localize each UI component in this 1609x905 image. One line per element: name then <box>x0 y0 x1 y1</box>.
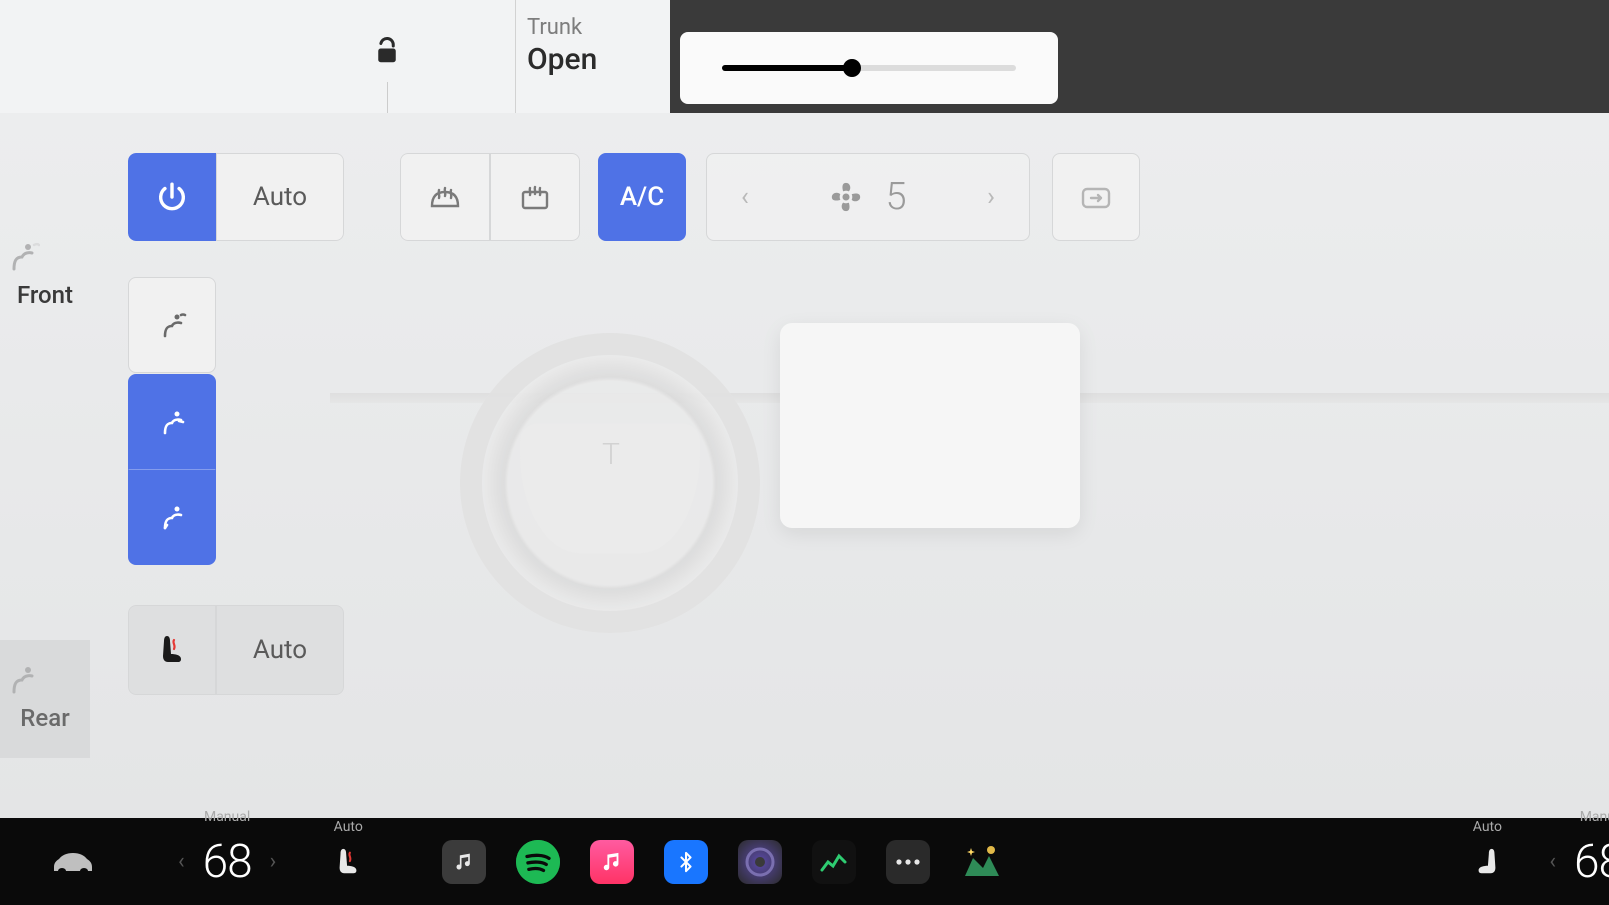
bluetooth-icon <box>675 848 697 876</box>
left-temp-value: 68 <box>203 835 252 889</box>
chart-line-icon <box>819 850 849 874</box>
recirculate-icon <box>1079 183 1113 211</box>
power-button[interactable] <box>128 153 216 241</box>
zone-rail: Front Rear <box>0 113 90 818</box>
recirculate-button[interactable] <box>1052 153 1140 241</box>
airflow-face-icon <box>157 310 187 340</box>
ellipsis-icon <box>894 857 922 867</box>
zone-tab-rear[interactable]: Rear <box>0 640 90 758</box>
left-temp-decrease-button[interactable]: ‹ <box>160 849 203 874</box>
bottom-bar: Manual ‹ 68 › Auto <box>0 818 1609 905</box>
spotify-icon <box>516 840 560 884</box>
top-bar: Trunk Open <box>0 0 1609 113</box>
interior-illustration: T <box>260 263 1609 798</box>
separator <box>387 82 388 113</box>
app-more[interactable] <box>886 840 930 884</box>
left-seat-heat-button[interactable]: Auto <box>334 845 362 879</box>
app-camera[interactable] <box>738 840 782 884</box>
lock-unlocked-icon[interactable] <box>372 36 402 66</box>
left-temp-control: Manual ‹ 68 › <box>160 835 294 889</box>
ac-cluster: A/C <box>598 153 686 241</box>
airflow-face-button[interactable] <box>128 277 216 373</box>
ac-button[interactable]: A/C <box>598 153 686 241</box>
fan-icon <box>829 180 863 214</box>
airflow-feet-icon <box>157 502 187 532</box>
seat-heat-segment: Auto <box>128 605 344 695</box>
seat-heat-button[interactable] <box>128 605 216 695</box>
right-seat-label: Auto <box>1473 819 1502 835</box>
right-temp-value: 68 <box>1574 835 1609 889</box>
home-decor-icon <box>961 844 1003 880</box>
left-temp-label: Manual <box>204 809 250 825</box>
app-stocks[interactable] <box>812 840 856 884</box>
fan-decrease-button[interactable]: ‹ <box>733 172 757 222</box>
fan-cluster: ‹ 5 › <box>706 153 1030 241</box>
app-music[interactable] <box>442 840 486 884</box>
left-seat-label: Auto <box>334 819 363 835</box>
seat-heat-icon <box>157 632 187 668</box>
zone-rear-label: Rear <box>0 704 90 732</box>
power-icon <box>155 180 189 214</box>
ac-label: A/C <box>620 182 664 212</box>
airflow-person-icon <box>0 239 90 271</box>
car-button[interactable] <box>48 847 98 877</box>
defrost-rear-icon <box>518 182 552 212</box>
auto-button[interactable]: Auto <box>216 153 344 241</box>
airflow-feet-button[interactable] <box>128 469 216 565</box>
climate-main: Front Rear Auto A/C ‹ <box>0 113 1609 818</box>
defrost-rear-button[interactable] <box>490 153 580 241</box>
right-seat-heat-button[interactable]: Auto <box>1473 845 1501 879</box>
airflow-direction-column <box>128 277 216 565</box>
defrost-front-button[interactable] <box>400 153 490 241</box>
defrost-segment <box>400 153 580 241</box>
zone-tab-front[interactable]: Front <box>0 225 90 323</box>
brightness-slider-panel <box>680 32 1058 104</box>
music-note-icon <box>601 851 623 873</box>
seat-icon <box>1473 845 1501 879</box>
app-home-decor[interactable] <box>960 840 1004 884</box>
slider-handle[interactable] <box>843 59 861 77</box>
zone-front-label: Front <box>0 281 90 309</box>
car-icon <box>48 847 98 877</box>
trunk-label: Trunk <box>527 15 597 40</box>
seat-auto-label: Auto <box>253 635 307 665</box>
recirc-cluster <box>1052 153 1140 241</box>
fan-speed-value: 5 <box>885 175 906 219</box>
right-temp-label: Manu <box>1580 809 1609 825</box>
airflow-body-button[interactable] <box>128 374 216 470</box>
app-apple-music[interactable] <box>590 840 634 884</box>
power-auto-segment: Auto <box>128 153 344 241</box>
seat-auto-button[interactable]: Auto <box>216 605 344 695</box>
auto-label: Auto <box>253 182 307 212</box>
fan-center: 5 <box>829 175 906 219</box>
right-temp-decrease-button[interactable]: ‹ <box>1531 849 1574 874</box>
left-temp-increase-button[interactable]: › <box>252 849 295 874</box>
fan-box: ‹ 5 › <box>706 153 1030 241</box>
tesla-logo-icon: T <box>602 437 618 472</box>
fan-increase-button[interactable]: › <box>979 172 1003 222</box>
trunk-status[interactable]: Trunk Open <box>527 15 597 77</box>
app-spotify[interactable] <box>516 840 560 884</box>
airflow-person-icon <box>0 662 90 694</box>
slider-fill <box>722 65 852 71</box>
seat-heat-icon <box>334 845 362 879</box>
music-note-icon <box>454 852 474 872</box>
trunk-value: Open <box>527 42 597 77</box>
right-temp-control: Manu ‹ 68 <box>1531 835 1609 889</box>
defrost-front-icon <box>428 182 462 212</box>
app-tray <box>442 840 1004 884</box>
app-bluetooth[interactable] <box>664 840 708 884</box>
airflow-body-icon <box>157 407 187 437</box>
separator <box>515 0 516 113</box>
lens-icon <box>745 847 775 877</box>
